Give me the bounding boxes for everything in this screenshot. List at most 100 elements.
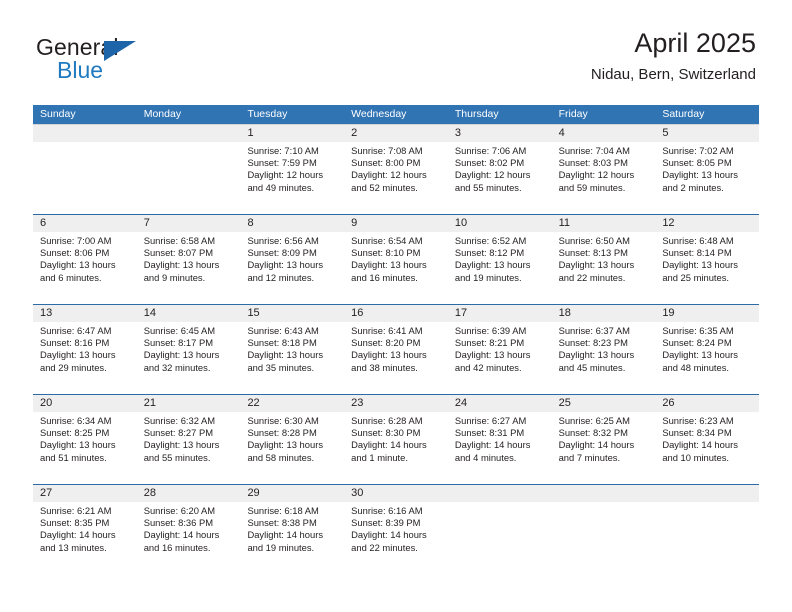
day-cell[interactable]: 1 Sunrise: 7:10 AM Sunset: 7:59 PM Daylight… (240, 125, 344, 214)
day-detail-line: Daylight: 14 hours (454, 439, 531, 451)
day-detail-line: and 29 minutes. (40, 361, 107, 373)
day-detail-line: Sunrise: 6:47 AM (40, 325, 112, 336)
day-detail-line: and 48 minutes. (662, 361, 730, 373)
day-detail-line: and 2 minutes. (662, 181, 724, 193)
day-detail-line: Sunset: 8:12 PM (454, 247, 525, 259)
day-detail-line: and 49 minutes. (247, 181, 315, 193)
day-number: 7 (143, 217, 150, 229)
day-cell[interactable]: 21 Sunrise: 6:32 AM Sunset: 8:27 PM Dayligh… (137, 395, 241, 484)
day-detail-line: and 58 minutes. (247, 451, 315, 463)
day-details: Sunrise: 6:56 AM Sunset: 8:09 PM Daylight:… (247, 235, 340, 284)
day-details: Sunrise: 6:37 AM Sunset: 8:23 PM Daylight:… (559, 325, 652, 374)
day-number: 27 (40, 487, 53, 499)
day-detail-line: Daylight: 13 hours (40, 349, 116, 361)
day-detail-line: and 35 minutes. (247, 361, 315, 373)
day-cell[interactable]: 14 Sunrise: 6:45 AM Sunset: 8:17 PM Dayligh… (137, 305, 241, 394)
day-cell[interactable]: 6 Sunrise: 7:00 AM Sunset: 8:06 PM Daylight… (33, 215, 137, 304)
day-cell[interactable]: 17 Sunrise: 6:39 AM Sunset: 8:21 PM Dayligh… (448, 305, 552, 394)
day-detail-line: and 1 minute. (351, 451, 408, 463)
day-detail-line: Daylight: 13 hours (662, 349, 738, 361)
day-detail-line: Sunset: 8:06 PM (40, 247, 110, 259)
day-cell[interactable]: 4 Sunrise: 7:04 AM Sunset: 8:03 PM Daylight… (552, 125, 656, 214)
day-detail-line: and 52 minutes. (351, 181, 418, 193)
day-number: 28 (143, 487, 156, 499)
day-detail-line: Sunrise: 6:35 AM (662, 325, 734, 336)
day-cell[interactable]: 2 Sunrise: 7:08 AM Sunset: 8:00 PM Daylight… (344, 125, 448, 214)
day-cell[interactable]: 13 Sunrise: 6:47 AM Sunset: 8:16 PM Dayligh… (33, 305, 137, 394)
day-detail-line: Sunrise: 7:10 AM (247, 145, 319, 156)
day-cell[interactable]: 7 Sunrise: 6:58 AM Sunset: 8:07 PM Daylight… (137, 215, 241, 304)
day-cell[interactable]: 9 Sunrise: 6:54 AM Sunset: 8:10 PM Daylight… (344, 215, 448, 304)
day-cell[interactable]: 12 Sunrise: 6:48 AM Sunset: 8:14 PM Dayligh… (655, 215, 759, 304)
weekday-header-monday: Monday (143, 108, 182, 120)
day-cell-empty (655, 485, 759, 574)
day-number: 25 (558, 397, 571, 409)
day-detail-line: and 25 minutes. (662, 271, 730, 283)
day-cell[interactable]: 26 Sunrise: 6:23 AM Sunset: 8:34 PM Dayligh… (655, 395, 759, 484)
day-detail-line: Daylight: 13 hours (143, 259, 220, 271)
general-blue-logo[interactable]: General Blue (36, 34, 216, 88)
day-details: Sunrise: 6:35 AM Sunset: 8:24 PM Daylight:… (662, 325, 755, 374)
day-detail-line: Sunrise: 6:23 AM (662, 415, 734, 426)
weekday-header-wednesday: Wednesday (351, 108, 407, 120)
day-cell[interactable]: 3 Sunrise: 7:06 AM Sunset: 8:02 PM Daylight… (448, 125, 552, 214)
day-detail-line: Daylight: 13 hours (558, 259, 635, 271)
day-detail-line: Sunset: 8:39 PM (351, 517, 421, 529)
day-cell[interactable]: 16 Sunrise: 6:41 AM Sunset: 8:20 PM Dayligh… (344, 305, 448, 394)
day-detail-line: Sunset: 8:20 PM (351, 337, 421, 349)
day-detail-line: Sunrise: 6:25 AM (558, 415, 630, 426)
day-detail-line: Sunset: 8:36 PM (143, 517, 214, 529)
day-detail-line: Sunrise: 6:52 AM (454, 235, 527, 246)
day-detail-line: Sunset: 8:25 PM (40, 427, 110, 439)
day-cell[interactable]: 27 Sunrise: 6:21 AM Sunset: 8:35 PM Dayligh… (33, 485, 137, 574)
day-detail-line: Sunrise: 6:58 AM (143, 235, 216, 246)
week-cells: 1 Sunrise: 7:10 AM Sunset: 7:59 PM Daylight… (33, 125, 759, 214)
calendar-week-row: 27 Sunrise: 6:21 AM Sunset: 8:35 PM Dayligh… (33, 484, 759, 574)
day-cell[interactable]: 24 Sunrise: 6:27 AM Sunset: 8:31 PM Dayligh… (448, 395, 552, 484)
day-details: Sunrise: 7:06 AM Sunset: 8:02 PM Daylight:… (455, 145, 548, 194)
day-detail-line: and 7 minutes. (558, 451, 621, 463)
day-detail-line: Sunset: 8:18 PM (247, 337, 317, 349)
day-cell[interactable]: 19 Sunrise: 6:35 AM Sunset: 8:24 PM Dayligh… (655, 305, 759, 394)
day-detail-line: and 38 minutes. (351, 361, 418, 373)
day-details: Sunrise: 6:21 AM Sunset: 8:35 PM Daylight:… (40, 505, 133, 554)
day-cell-empty (137, 125, 241, 214)
weekday-header-saturday: Saturday (662, 108, 705, 120)
page-header: General Blue April 2025 Nidau, Bern, Swi… (0, 26, 792, 96)
day-number: 18 (558, 307, 571, 319)
day-detail-line: Sunrise: 6:45 AM (143, 325, 216, 336)
day-cell[interactable]: 28 Sunrise: 6:20 AM Sunset: 8:36 PM Dayligh… (137, 485, 241, 574)
day-details: Sunrise: 6:34 AM Sunset: 8:25 PM Daylight:… (40, 415, 133, 464)
day-cell[interactable]: 5 Sunrise: 7:02 AM Sunset: 8:05 PM Daylight… (655, 125, 759, 214)
day-detail-line: Daylight: 12 hours (351, 169, 427, 181)
day-details: Sunrise: 6:23 AM Sunset: 8:34 PM Daylight:… (662, 415, 755, 464)
day-detail-line: Daylight: 12 hours (247, 169, 324, 181)
day-cell[interactable]: 23 Sunrise: 6:28 AM Sunset: 8:30 PM Dayligh… (344, 395, 448, 484)
day-detail-line: Sunrise: 6:48 AM (662, 235, 734, 246)
weekday-header-sunday: Sunday (40, 108, 76, 120)
day-detail-line: Sunset: 8:05 PM (662, 157, 732, 169)
day-details: Sunrise: 7:00 AM Sunset: 8:06 PM Daylight:… (40, 235, 133, 284)
weekday-header-tuesday: Tuesday (247, 108, 288, 120)
day-details: Sunrise: 6:18 AM Sunset: 8:38 PM Daylight:… (247, 505, 340, 554)
day-number: 6 (40, 217, 47, 229)
day-detail-line: and 59 minutes. (558, 181, 626, 193)
day-cell[interactable]: 29 Sunrise: 6:18 AM Sunset: 8:38 PM Dayligh… (240, 485, 344, 574)
day-cell[interactable]: 15 Sunrise: 6:43 AM Sunset: 8:18 PM Dayligh… (240, 305, 344, 394)
calendar-week-row: 1 Sunrise: 7:10 AM Sunset: 7:59 PM Daylight… (33, 124, 759, 214)
day-number: 15 (247, 307, 260, 319)
day-cell[interactable]: 11 Sunrise: 6:50 AM Sunset: 8:13 PM Dayligh… (552, 215, 656, 304)
day-detail-line: Daylight: 13 hours (247, 349, 324, 361)
day-cell[interactable]: 22 Sunrise: 6:30 AM Sunset: 8:28 PM Dayligh… (240, 395, 344, 484)
day-cell[interactable]: 8 Sunrise: 6:56 AM Sunset: 8:09 PM Daylight… (240, 215, 344, 304)
day-cell-empty (33, 125, 137, 214)
day-cell[interactable]: 25 Sunrise: 6:25 AM Sunset: 8:32 PM Dayligh… (552, 395, 656, 484)
day-cell[interactable]: 10 Sunrise: 6:52 AM Sunset: 8:12 PM Dayligh… (448, 215, 552, 304)
day-detail-line: Sunset: 8:31 PM (454, 427, 525, 439)
day-details: Sunrise: 6:28 AM Sunset: 8:30 PM Daylight:… (351, 415, 444, 464)
day-cell[interactable]: 30 Sunrise: 6:16 AM Sunset: 8:39 PM Dayligh… (344, 485, 448, 574)
day-cell[interactable]: 20 Sunrise: 6:34 AM Sunset: 8:25 PM Dayligh… (33, 395, 137, 484)
day-cell[interactable]: 18 Sunrise: 6:37 AM Sunset: 8:23 PM Dayligh… (552, 305, 656, 394)
day-details: Sunrise: 6:47 AM Sunset: 8:16 PM Daylight:… (40, 325, 133, 374)
day-detail-line: Daylight: 13 hours (247, 259, 324, 271)
